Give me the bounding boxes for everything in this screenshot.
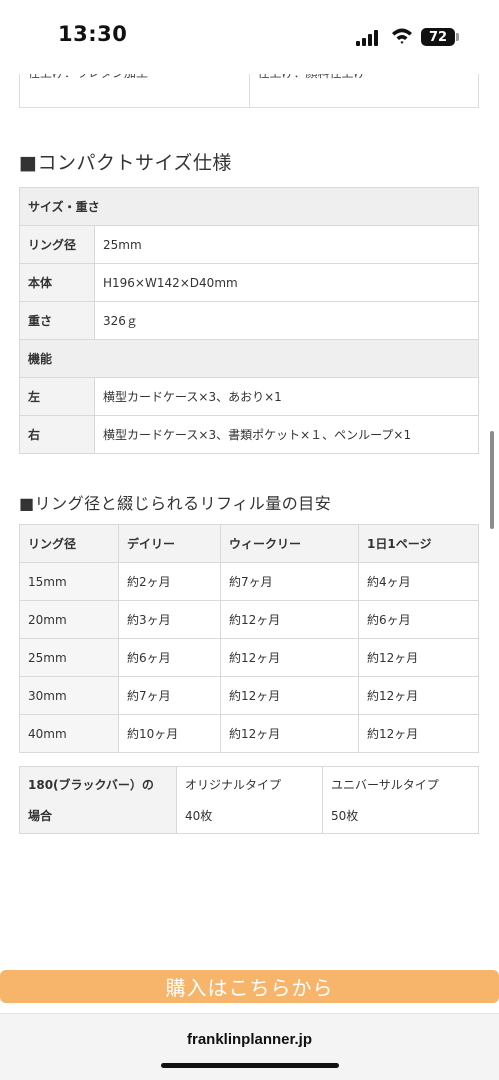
- row-value: 横型カードケース×3、書類ポケット×１、ペンループ×1: [94, 415, 479, 454]
- size-weight-header: サイズ・重さ: [19, 187, 479, 226]
- black-bar-label: 180(ブラックバー）の 場合: [19, 766, 177, 834]
- black-bar-label-line: 場合: [28, 809, 53, 823]
- table-cell: 約7ヶ月: [118, 676, 221, 715]
- compact-spec-title: ■コンパクトサイズ仕様: [19, 152, 232, 174]
- column-header: デイリー: [118, 524, 221, 563]
- row-value: 326ｇ: [94, 301, 479, 340]
- table-cell: 約12ヶ月: [220, 600, 359, 639]
- row-value: 横型カードケース×3、あおり×1: [94, 377, 479, 416]
- status-time: 13:30: [58, 22, 128, 46]
- table-row: リング径 25mm: [19, 225, 479, 264]
- url-text[interactable]: franklinplanner.jp: [0, 1031, 499, 1048]
- table-row: 15mm 約2ヶ月 約7ヶ月 約4ヶ月: [19, 562, 479, 601]
- row-label: 左: [19, 377, 95, 416]
- table-cell: 約12ヶ月: [220, 714, 359, 753]
- black-bar-table: 180(ブラックバー）の 場合 オリジナルタイプ 40枚 ユニバーサルタイプ 5…: [19, 766, 479, 834]
- universal-type-label: ユニバーサルタイプ: [331, 778, 439, 792]
- row-value: 25mm: [94, 225, 479, 264]
- ring-refill-title: ■リング径と綴じられるリフィル量の目安: [19, 494, 332, 513]
- table-header-row: リング径 デイリー ウィークリー 1日1ページ: [19, 524, 479, 563]
- table-row: 40mm 約10ヶ月 約12ヶ月 約12ヶ月: [19, 714, 479, 753]
- table-row: 右 横型カードケース×3、書類ポケット×１、ペンループ×1: [19, 415, 479, 454]
- black-bar-label-line: 180(ブラックバー）の: [28, 778, 154, 792]
- battery-level: 72: [428, 29, 448, 45]
- table-cell: 約10ヶ月: [118, 714, 221, 753]
- table-row: 本体 H196×W142×D40mm: [19, 263, 479, 302]
- table-cell: 約12ヶ月: [220, 676, 359, 715]
- table-cell: 約7ヶ月: [220, 562, 359, 601]
- table-cell: 約12ヶ月: [358, 676, 479, 715]
- ring-refill-table: リング径 デイリー ウィークリー 1日1ページ 15mm 約2ヶ月 約7ヶ月 約…: [19, 524, 479, 753]
- original-type-count: 40枚: [185, 809, 213, 823]
- column-header: リング径: [19, 524, 119, 563]
- home-indicator[interactable]: [161, 1063, 339, 1068]
- row-value: H196×W142×D40mm: [94, 263, 479, 302]
- table-cell: 約12ヶ月: [220, 638, 359, 677]
- universal-type-count: 50枚: [331, 809, 359, 823]
- table-cell: 40mm: [19, 714, 119, 753]
- table-row: 重さ 326ｇ: [19, 301, 479, 340]
- column-header: ウィークリー: [220, 524, 359, 563]
- buy-button[interactable]: 購入はこちらから: [0, 970, 499, 1003]
- table-row: 180(ブラックバー）の 場合 オリジナルタイプ 40枚 ユニバーサルタイプ 5…: [19, 766, 479, 834]
- table-cell: 15mm: [19, 562, 119, 601]
- table-cell: 30mm: [19, 676, 119, 715]
- table-row: 30mm 約7ヶ月 約12ヶ月 約12ヶ月: [19, 676, 479, 715]
- table-row: サイズ・重さ: [19, 187, 479, 226]
- table-cell: 約6ヶ月: [358, 600, 479, 639]
- battery-icon: 72: [421, 28, 455, 46]
- table-cell: 約3ヶ月: [118, 600, 221, 639]
- original-type-cell: オリジナルタイプ 40枚: [176, 766, 323, 834]
- table-cell: 約4ヶ月: [358, 562, 479, 601]
- battery-tip: [456, 33, 459, 41]
- table-cell: 約12ヶ月: [358, 714, 479, 753]
- column-header: 1日1ページ: [358, 524, 479, 563]
- universal-type-cell: ユニバーサルタイプ 50枚: [322, 766, 479, 834]
- table-cell: 20mm: [19, 600, 119, 639]
- status-bar: 13:30 72: [0, 0, 499, 74]
- wifi-icon: [392, 28, 412, 44]
- row-label: リング径: [19, 225, 95, 264]
- compact-spec-table: サイズ・重さ リング径 25mm 本体 H196×W142×D40mm 重さ 3…: [19, 187, 479, 454]
- table-row: 25mm 約6ヶ月 約12ヶ月 約12ヶ月: [19, 638, 479, 677]
- row-label: 本体: [19, 263, 95, 302]
- table-row: 機能: [19, 339, 479, 378]
- browser-address-bar[interactable]: franklinplanner.jp: [0, 1013, 499, 1080]
- table-cell: 25mm: [19, 638, 119, 677]
- row-label: 重さ: [19, 301, 95, 340]
- row-label: 右: [19, 415, 95, 454]
- table-row: 左 横型カードケース×3、あおり×1: [19, 377, 479, 416]
- table-row: 20mm 約3ヶ月 約12ヶ月 約6ヶ月: [19, 600, 479, 639]
- table-cell: 約2ヶ月: [118, 562, 221, 601]
- table-cell: 約12ヶ月: [358, 638, 479, 677]
- function-header: 機能: [19, 339, 479, 378]
- original-type-label: オリジナルタイプ: [185, 778, 282, 792]
- signal-icon: [356, 30, 382, 46]
- scrollbar[interactable]: [490, 431, 494, 529]
- table-cell: 約6ヶ月: [118, 638, 221, 677]
